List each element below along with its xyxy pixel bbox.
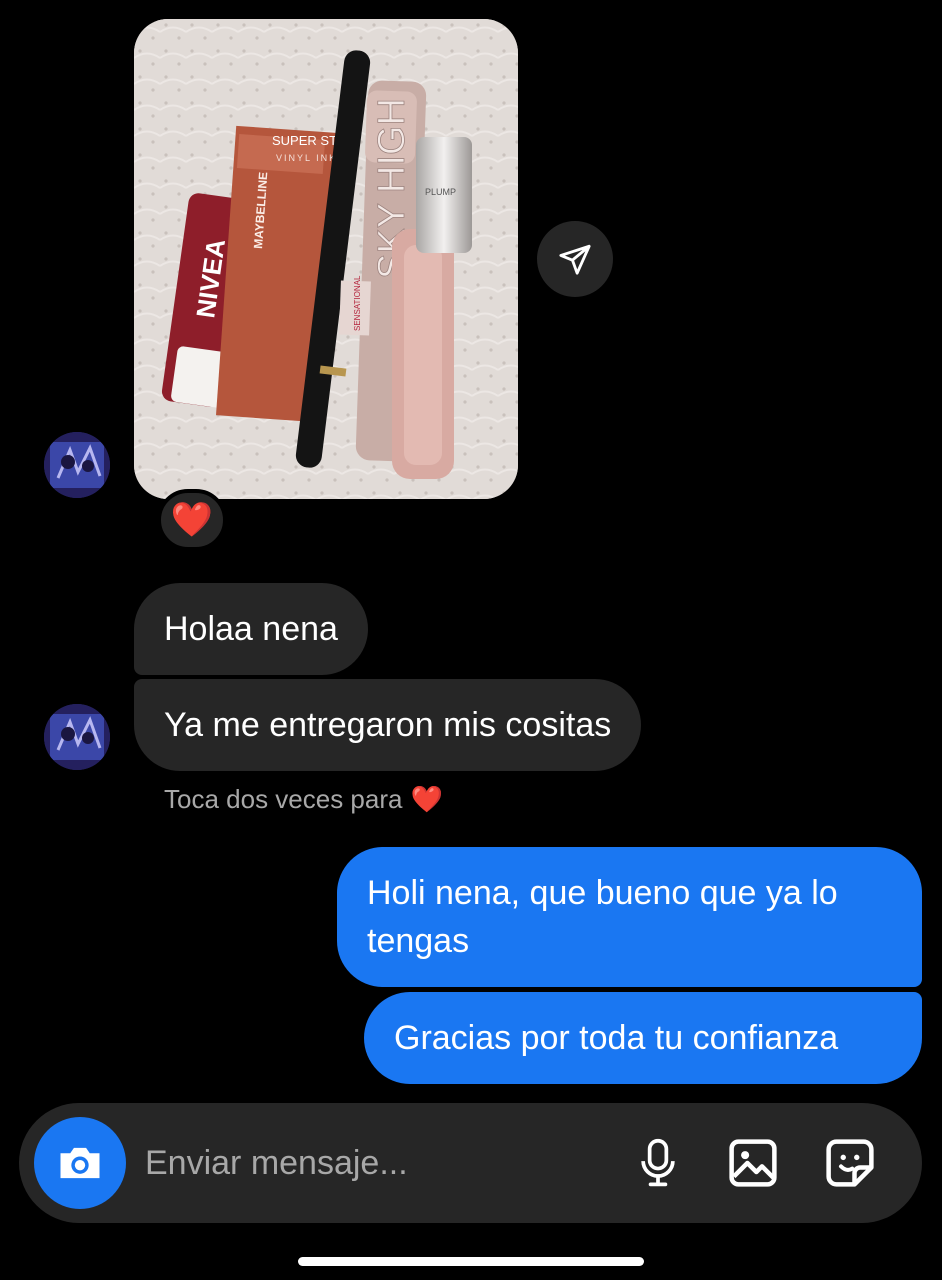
double-tap-hint: Toca dos veces para ❤️ — [164, 784, 443, 815]
message-input[interactable] — [145, 1135, 615, 1191]
heart-reaction-icon: ❤️ — [170, 501, 214, 539]
home-indicator[interactable] — [298, 1257, 644, 1266]
outgoing-message[interactable]: Holi nena, que bueno que ya lo tengas — [337, 847, 922, 987]
incoming-message[interactable]: Holaa nena — [134, 583, 368, 675]
sticker-icon — [826, 1139, 874, 1187]
incoming-message[interactable]: Ya me entregaron mis cositas — [134, 679, 642, 771]
message-composer — [19, 1103, 922, 1223]
message-text: Holi nena, que bueno que ya lo tengas — [367, 874, 838, 960]
outgoing-message[interactable]: Gracias por toda tu confianza — [364, 992, 922, 1084]
sender-avatar[interactable] — [44, 704, 110, 770]
share-button[interactable] — [537, 221, 613, 297]
sender-avatar[interactable] — [44, 432, 110, 498]
camera-icon — [60, 1147, 100, 1179]
avatar-image — [44, 704, 110, 770]
heart-icon: ❤️ — [410, 784, 443, 814]
image-icon — [729, 1139, 777, 1187]
double-tap-text: Toca dos veces para — [164, 784, 403, 814]
sensational-label: SENSATIONAL — [353, 275, 362, 331]
voice-message-button[interactable] — [628, 1133, 688, 1193]
avatar-image — [44, 432, 110, 498]
message-text: Holaa nena — [164, 610, 338, 648]
makeup-photo: NIVEA SUPER STAY VINYL INK MAYBELLINE SK… — [134, 19, 518, 499]
gloss-label: PLUMP — [425, 187, 456, 197]
reaction-badge[interactable]: ❤️ — [157, 489, 227, 551]
message-text: Gracias por toda tu confianza — [394, 1019, 839, 1057]
vinyl-ink-label: VINYL INK — [276, 153, 337, 163]
message-text: Ya me entregaron mis cositas — [164, 706, 612, 744]
gallery-button[interactable] — [723, 1133, 783, 1193]
sticker-button[interactable] — [820, 1133, 880, 1193]
camera-button[interactable] — [34, 1117, 126, 1209]
photo-message[interactable]: NIVEA SUPER STAY VINYL INK MAYBELLINE SK… — [134, 19, 518, 499]
send-arrow-icon — [559, 244, 591, 275]
microphone-icon — [641, 1138, 675, 1187]
chat-screen: NIVEA SUPER STAY VINYL INK MAYBELLINE SK… — [0, 0, 942, 1280]
